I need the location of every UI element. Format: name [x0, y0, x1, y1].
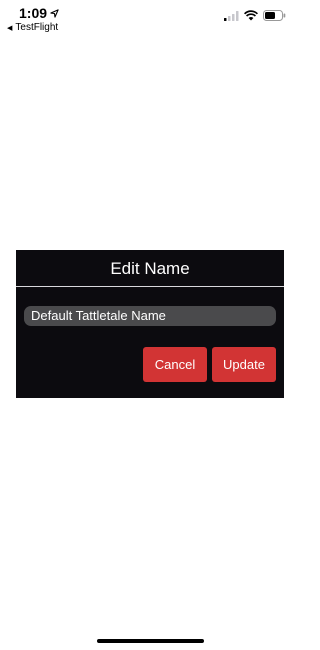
dialog-title: Edit Name [110, 259, 190, 278]
name-input[interactable]: Default Tattletale Name [24, 306, 276, 326]
back-triangle-icon: ◀ [7, 24, 13, 32]
wifi-icon [244, 10, 258, 21]
back-to-app-link[interactable]: ◀ TestFlight [7, 22, 58, 33]
screen: 1:09 ◀ TestFlight Edit Name Default Tatt… [0, 0, 300, 650]
cancel-button[interactable]: Cancel [143, 347, 207, 382]
battery-icon [263, 10, 286, 21]
edit-name-dialog: Edit Name Default Tattletale Name Cancel… [16, 250, 284, 398]
back-app-label: TestFlight [15, 22, 59, 33]
dialog-divider [16, 286, 284, 287]
status-indicators [224, 10, 286, 21]
update-button[interactable]: Update [212, 347, 276, 382]
cellular-signal-icon [224, 10, 239, 21]
status-time: 1:09 [19, 5, 59, 21]
home-indicator[interactable] [97, 639, 204, 643]
location-arrow-icon [50, 8, 59, 18]
time-label: 1:09 [19, 5, 48, 21]
